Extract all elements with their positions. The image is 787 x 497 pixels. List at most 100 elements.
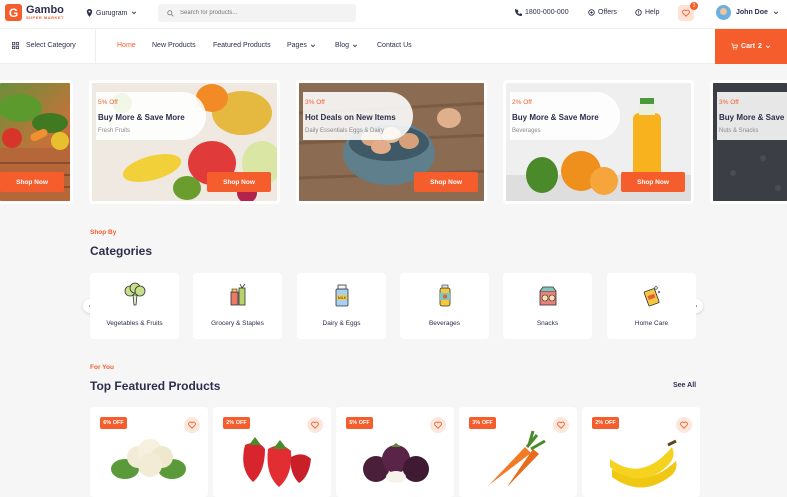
cart-label: Cart	[741, 43, 756, 50]
search-bar[interactable]	[158, 4, 356, 22]
location-selector[interactable]: Gurugram	[86, 9, 137, 17]
nav-featured-products-label: Featured Products	[213, 42, 271, 49]
category-label: Home Care	[634, 320, 669, 327]
banner-title: Buy More & Save More	[98, 113, 185, 122]
banner-title: Buy More & Save More	[512, 113, 599, 122]
banner-subtitle: Nuts & Snacks	[719, 128, 759, 134]
discount-badge: 3% OFF	[469, 417, 496, 429]
nav-home[interactable]: Home	[117, 42, 136, 49]
banner-subtitle: Daily Essentials Eggs & Dairy	[305, 128, 385, 134]
add-to-wishlist-button[interactable]	[553, 417, 569, 433]
avatar	[716, 5, 731, 20]
nav-new-products[interactable]: New Products	[152, 42, 196, 49]
user-name: John Doe	[736, 9, 768, 16]
offers-link[interactable]: Offers	[588, 9, 617, 16]
category-label: Vegetables & Fruits	[106, 320, 163, 327]
product-card[interactable]: 3% OFF	[459, 407, 577, 497]
heart-icon	[188, 421, 196, 429]
category-card-dairy-eggs[interactable]: MILK Dairy & Eggs	[297, 273, 386, 339]
select-category-button[interactable]: Select Category	[12, 42, 76, 49]
add-to-wishlist-button[interactable]	[184, 417, 200, 433]
user-menu[interactable]: John Doe	[716, 5, 779, 20]
beverage-can-icon	[439, 284, 451, 307]
cart-button[interactable]: Cart 2	[715, 29, 787, 64]
category-card-beverages[interactable]: Beverages	[400, 273, 489, 339]
shop-now-button[interactable]: Shop Now	[207, 172, 271, 192]
add-to-wishlist-button[interactable]	[307, 417, 323, 433]
banner-discount: 3% Off	[305, 99, 325, 106]
chevron-down-icon	[131, 11, 136, 15]
grid-icon	[12, 42, 19, 49]
grocery-icon	[230, 283, 246, 306]
phone-contact[interactable]: 1800-000-000	[515, 9, 569, 16]
nav-home-label: Home	[117, 42, 136, 49]
heart-icon	[682, 9, 690, 17]
offers-icon	[588, 9, 595, 16]
map-pin-icon	[86, 9, 93, 17]
offer-banner[interactable]: Shop Now	[0, 80, 73, 204]
chevron-down-icon	[773, 11, 778, 14]
banner-title: Hot Deals on New Items	[305, 113, 396, 122]
add-to-wishlist-button[interactable]	[676, 417, 692, 433]
nav-pages-label: Pages	[287, 42, 307, 49]
svg-text:MILK: MILK	[338, 296, 347, 300]
milk-icon: MILK	[335, 284, 349, 307]
main-nav: Select Category Home New Products Featur…	[0, 29, 787, 64]
heart-icon	[680, 421, 688, 429]
category-label: Beverages	[428, 320, 461, 327]
discount-badge: 2% OFF	[592, 417, 619, 429]
see-all-link[interactable]: See All	[673, 382, 696, 389]
shop-now-label: Shop Now	[637, 178, 669, 186]
discount-badge: 5% OFF	[346, 417, 373, 429]
shop-now-button[interactable]: Shop Now	[414, 172, 478, 192]
discount-badge: 6% OFF	[100, 417, 127, 429]
category-card-grocery-staples[interactable]: Grocery & Staples	[193, 273, 282, 339]
product-card[interactable]: 5% OFF	[336, 407, 454, 497]
categories-section-label: Shop By	[90, 229, 117, 236]
shop-now-label: Shop Now	[430, 178, 462, 186]
category-card-snacks[interactable]: Snacks	[503, 273, 592, 339]
nav-pages[interactable]: Pages	[287, 42, 316, 49]
nav-new-products-label: New Products	[152, 42, 196, 49]
category-label: Snacks	[536, 320, 559, 327]
offer-banner[interactable]: 5% Off Buy More & Save More Fresh Fruits…	[89, 80, 280, 204]
category-card-vegetables-fruits[interactable]: Vegetables & Fruits	[90, 273, 179, 339]
help-link[interactable]: Help	[635, 9, 659, 16]
shop-now-label: Shop Now	[16, 178, 48, 186]
chevron-down-icon	[310, 44, 315, 47]
nav-featured-products[interactable]: Featured Products	[213, 42, 271, 49]
banner-discount: 3% Off	[719, 99, 739, 106]
product-card[interactable]: 2% OFF	[582, 407, 700, 497]
banner-discount: 5% Off	[98, 99, 118, 106]
featured-section-label: For You	[90, 364, 114, 371]
product-card[interactable]: 2% OFF	[213, 407, 331, 497]
category-card-home-care[interactable]: Home Care	[607, 273, 696, 339]
chevron-down-icon	[352, 44, 358, 47]
banner-discount: 2% Off	[512, 99, 532, 106]
product-card[interactable]: 6% OFF	[90, 407, 208, 497]
nav-contact-us[interactable]: Contact Us	[377, 42, 412, 49]
cart-icon	[731, 43, 739, 50]
help-label: Help	[645, 9, 660, 16]
broccoli-icon	[124, 282, 146, 306]
banner-title: Buy More & Save	[719, 113, 785, 122]
phone-number: 1800-000-000	[525, 9, 569, 16]
featured-section-title: Top Featured Products	[90, 379, 221, 393]
shop-now-button[interactable]: Shop Now	[0, 172, 64, 192]
snacks-icon	[539, 286, 557, 306]
search-input[interactable]	[180, 10, 330, 16]
offer-banner[interactable]: 3% Off Buy More & Save Nuts & Snacks	[710, 80, 787, 204]
shop-now-button[interactable]: Shop Now	[621, 172, 685, 192]
wishlist-button[interactable]: 3	[678, 2, 698, 21]
shop-now-label: Shop Now	[223, 178, 255, 186]
home-care-icon	[643, 286, 661, 307]
search-icon	[167, 9, 174, 17]
logo-mark: G	[5, 4, 22, 21]
offer-banner[interactable]: 2% Off Buy More & Save More Beverages Sh…	[503, 80, 694, 204]
nav-blog[interactable]: Blog	[335, 42, 358, 49]
add-to-wishlist-button[interactable]	[430, 417, 446, 433]
logo[interactable]: G Gambo SUPER MARKET	[5, 4, 64, 21]
phone-icon	[515, 9, 522, 16]
chevron-down-icon	[765, 45, 771, 48]
offer-banner[interactable]: 3% Off Hot Deals on New Items Daily Esse…	[296, 80, 487, 204]
